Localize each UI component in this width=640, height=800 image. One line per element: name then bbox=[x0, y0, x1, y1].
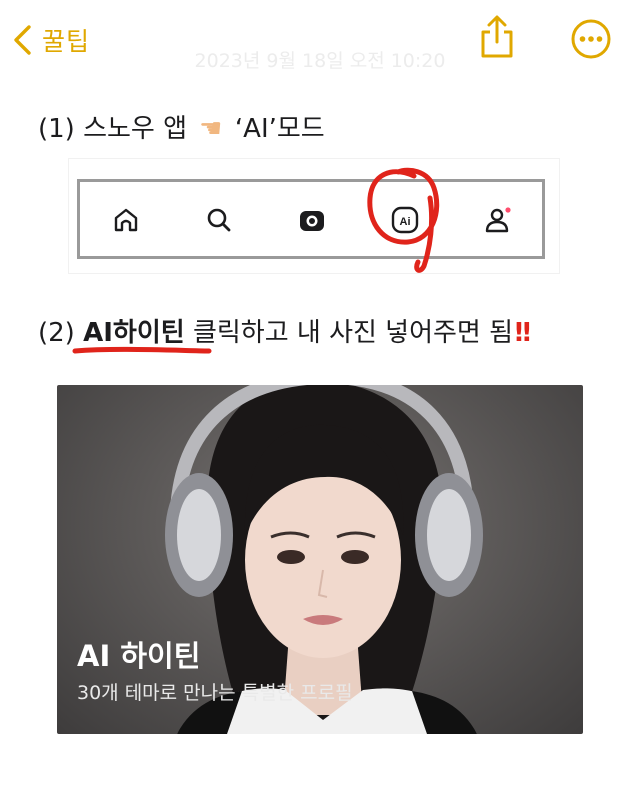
step-1-text: (1) 스노우 앱 ☛ ‘AI’모드 bbox=[38, 108, 325, 145]
ai-highteen-card[interactable]: AI 하이틴 30개 테마로 만나는 특별한 프로필 bbox=[57, 385, 583, 734]
search-icon bbox=[207, 208, 231, 232]
profile-icon bbox=[485, 207, 511, 233]
navigation-bar: 꿀팁 2023년 9월 18일 오전 10:20 bbox=[0, 0, 640, 80]
note-timestamp: 2023년 9월 18일 오전 10:20 bbox=[194, 50, 446, 72]
tab-bar-screenshot: Ai bbox=[68, 158, 560, 274]
tab-profile[interactable] bbox=[478, 200, 518, 240]
ellipsis-circle-icon bbox=[571, 19, 611, 59]
card-subtitle: 30개 테마로 만나는 특별한 프로필 bbox=[77, 682, 353, 704]
double-exclamation-icon: !! bbox=[513, 318, 533, 348]
step-2-prefix: (2) bbox=[38, 318, 75, 348]
tab-search[interactable] bbox=[199, 200, 239, 240]
camera-icon bbox=[300, 211, 324, 231]
step-1-suffix: ‘AI’모드 bbox=[234, 114, 325, 144]
share-icon bbox=[481, 15, 513, 58]
pointing-hand-icon: ☛ bbox=[199, 114, 223, 144]
red-underline-annotation bbox=[72, 346, 212, 354]
home-icon bbox=[114, 208, 138, 232]
app-tab-bar: Ai bbox=[77, 179, 545, 259]
tab-home[interactable] bbox=[106, 200, 146, 240]
tab-ai[interactable]: Ai bbox=[385, 200, 425, 240]
share-button[interactable] bbox=[476, 12, 518, 62]
card-title: AI 하이틴 bbox=[77, 639, 201, 673]
ai-icon: Ai bbox=[391, 206, 419, 234]
more-options-button[interactable] bbox=[570, 18, 612, 60]
step-1-prefix: (1) 스노우 앱 bbox=[38, 114, 188, 144]
svg-text:Ai: Ai bbox=[400, 216, 411, 228]
tab-camera[interactable] bbox=[292, 200, 332, 240]
step-2-suffix: 클릭하고 내 사진 넣어주면 됨 bbox=[192, 318, 514, 348]
